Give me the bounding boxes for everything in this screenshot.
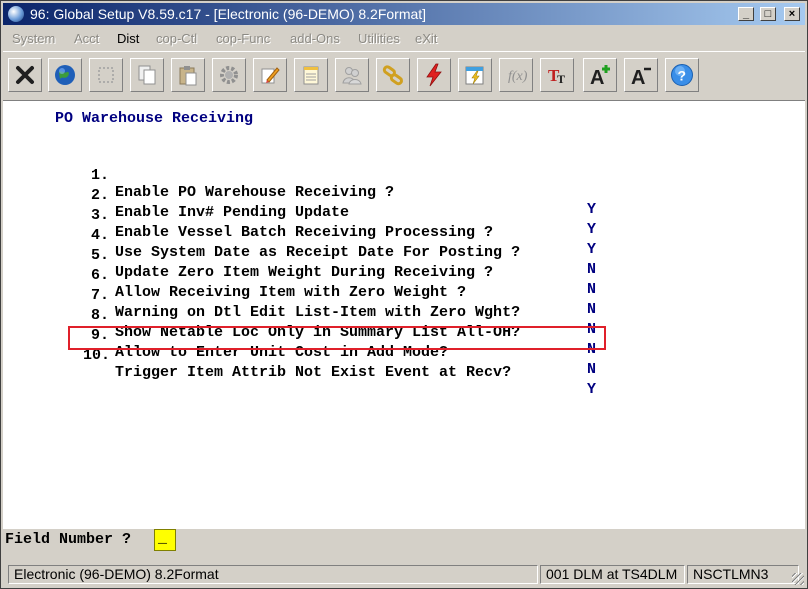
option-row[interactable]: 2. Enable Inv# Pending Update Y [83, 170, 596, 238]
help-icon[interactable]: ? [665, 58, 699, 92]
font-icon[interactable]: TT [540, 58, 574, 92]
status-company: Electronic (96-DEMO) 8.2Format [8, 565, 538, 584]
minimize-button[interactable]: _ [738, 7, 754, 21]
copy-icon[interactable] [130, 58, 164, 92]
decrease-font-icon[interactable]: A [624, 58, 658, 92]
svg-text:?: ? [678, 68, 687, 84]
option-label: Warning on Dtl Edit List-Item with Zero … [115, 304, 521, 321]
window-title: 96: Global Setup V8.59.c17 - [Electronic… [30, 6, 427, 22]
calendar-icon[interactable] [458, 58, 492, 92]
menu-exit[interactable]: eXit [415, 31, 437, 46]
close-button[interactable]: × [784, 7, 800, 21]
screen-title: PO Warehouse Receiving [55, 110, 254, 127]
menu-cop-ctl[interactable]: cop-Ctl [156, 31, 197, 46]
option-value[interactable]: N [587, 281, 596, 298]
menu-system[interactable]: System [12, 31, 55, 46]
option-value[interactable]: N [587, 361, 596, 378]
menu-acct[interactable]: Acct [74, 31, 99, 46]
option-row[interactable]: 4. Use System Date as Receipt Date For P… [83, 210, 596, 278]
option-label: Enable PO Warehouse Receiving ? [115, 184, 395, 201]
field-number-input[interactable]: _ [154, 529, 176, 551]
resize-grip-icon[interactable] [792, 573, 804, 585]
status-bar: Electronic (96-DEMO) 8.2Format 001 DLM a… [3, 564, 805, 586]
option-row[interactable]: 6. Allow Receiving Item with Zero Weight… [83, 250, 596, 318]
option-value[interactable]: Y [587, 241, 596, 258]
option-value[interactable]: Y [587, 221, 596, 238]
function-icon[interactable]: f(x) [499, 58, 533, 92]
menu-add-ons[interactable]: add-Ons [290, 31, 340, 46]
svg-text:f(x): f(x) [508, 69, 527, 84]
increase-font-icon[interactable]: A [583, 58, 617, 92]
select-icon[interactable] [89, 58, 123, 92]
option-label: Enable Vessel Batch Receiving Processing… [115, 224, 494, 241]
gear-icon[interactable] [212, 58, 246, 92]
app-window: 96: Global Setup V8.59.c17 - [Electronic… [0, 0, 808, 589]
users-icon[interactable] [335, 58, 369, 92]
lightning-icon[interactable] [417, 58, 451, 92]
prompt-bar: Field Number ? _ [3, 529, 805, 562]
paste-icon[interactable] [171, 58, 205, 92]
highlight-box [68, 326, 606, 350]
menu-utilities[interactable]: Utilities [358, 31, 400, 46]
title-bar[interactable]: 96: Global Setup V8.59.c17 - [Electronic… [3, 3, 805, 25]
terminal-screen: PO Warehouse Receiving 1. Enable PO Ware… [3, 101, 805, 529]
option-value[interactable]: Y [587, 381, 596, 398]
option-value[interactable]: N [587, 261, 596, 278]
app-icon[interactable] [8, 6, 24, 22]
option-value[interactable]: N [587, 301, 596, 318]
toolbar: f(x) TT A A ? [3, 51, 805, 101]
option-label: Allow Receiving Item with Zero Weight ? [115, 284, 467, 301]
exit-icon[interactable] [8, 58, 42, 92]
option-label: Enable Inv# Pending Update [115, 204, 350, 221]
option-row[interactable]: 1. Enable PO Warehouse Receiving ? Y [83, 150, 596, 218]
menu-bar: System Acct Dist cop-Ctl cop-Func add-On… [3, 27, 805, 49]
option-label: Use System Date as Receipt Date For Post… [115, 244, 521, 261]
edit-icon[interactable] [253, 58, 287, 92]
globe-icon[interactable] [48, 58, 82, 92]
menu-cop-func[interactable]: cop-Func [216, 31, 270, 46]
svg-text:A: A [631, 67, 645, 87]
option-label: Trigger Item Attrib Not Exist Event at R… [115, 364, 512, 381]
option-row[interactable]: 3. Enable Vessel Batch Receiving Process… [83, 190, 596, 258]
option-row[interactable]: 8. Show Netable Loc Only in Summary List… [83, 290, 596, 358]
link-icon[interactable] [376, 58, 410, 92]
menu-dist[interactable]: Dist [117, 31, 139, 46]
option-value[interactable]: Y [587, 201, 596, 218]
option-label: Update Zero Item Weight During Receiving… [115, 264, 494, 281]
status-user: 001 DLM at TS4DLM [540, 565, 685, 584]
notepad-icon[interactable] [294, 58, 328, 92]
option-row[interactable]: 5. Update Zero Item Weight During Receiv… [83, 230, 596, 298]
field-number-label: Field Number ? [5, 531, 132, 548]
svg-text:T: T [557, 72, 565, 86]
status-code: NSCTLMN3 [687, 565, 799, 584]
maximize-button[interactable]: □ [760, 7, 776, 21]
option-row[interactable]: 7. Warning on Dtl Edit List-Item with Ze… [83, 270, 596, 338]
